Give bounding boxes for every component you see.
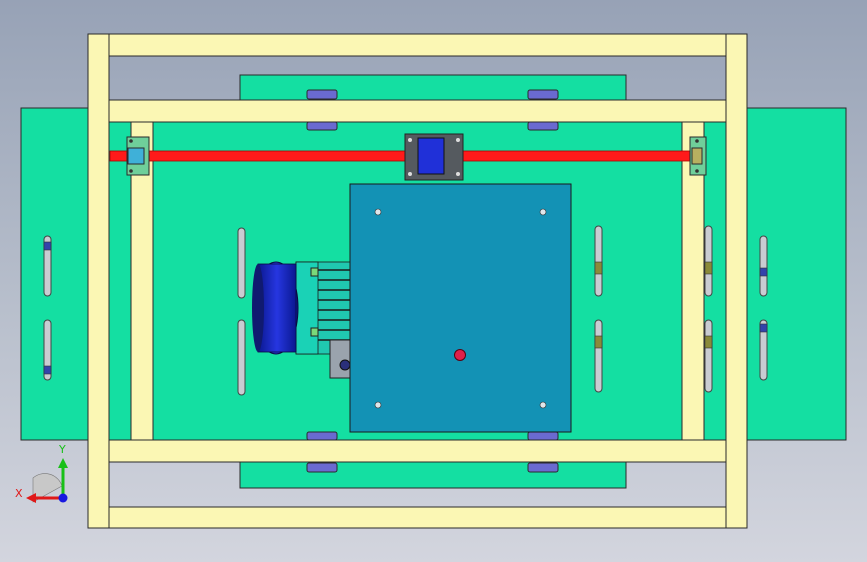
right-bearing[interactable]	[689, 136, 707, 176]
y-axis-label: Y	[58, 443, 66, 456]
coordinate-triad: X Y	[15, 443, 68, 503]
cad-viewport[interactable]: X Y	[0, 0, 867, 562]
stop-button-icon[interactable]	[454, 349, 466, 361]
drive-shaft[interactable]	[109, 150, 693, 162]
left-bearing[interactable]	[126, 136, 150, 176]
assembly-top-view: X Y	[15, 33, 847, 529]
z-axis-dot-icon	[58, 493, 68, 503]
center-bearing-housing[interactable]	[404, 133, 464, 181]
right-side-plate[interactable]	[702, 107, 847, 441]
x-axis-label: X	[15, 487, 23, 500]
motor-mount-plate[interactable]	[349, 183, 572, 433]
